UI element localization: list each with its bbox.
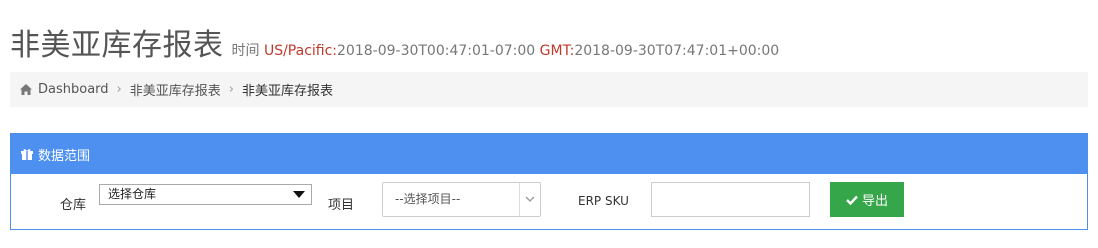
sku-label: ERP SKU xyxy=(578,194,629,208)
breadcrumb-item-dashboard[interactable]: Dashboard xyxy=(38,82,109,97)
panel-body: 仓库 选择仓库 项目 --选择项目-- ERP SKU 导出 xyxy=(11,174,1087,229)
warehouse-label: 仓库 xyxy=(60,198,87,213)
check-icon xyxy=(846,195,858,205)
breadcrumb: Dashboard › 非美亚库存报表 › 非美亚库存报表 xyxy=(10,72,1088,107)
page-subtitle: 时间 US/Pacific:2018-09-30T00:47:01-07:00 … xyxy=(232,40,780,60)
home-icon xyxy=(20,84,32,95)
caret-down-icon xyxy=(293,191,305,198)
gmt-time: 2018-09-30T07:47:01+00:00 xyxy=(574,43,780,59)
gift-icon xyxy=(21,149,33,160)
warehouse-select-value: 选择仓库 xyxy=(108,187,157,201)
project-label: 项目 xyxy=(328,198,355,213)
export-button[interactable]: 导出 xyxy=(830,182,904,217)
gmt-label: GMT: xyxy=(539,43,575,59)
panel-heading: 数据范围 xyxy=(11,134,1087,174)
warehouse-select[interactable]: 选择仓库 xyxy=(99,184,312,205)
timezone-time: 2018-09-30T00:47:01-07:00 xyxy=(337,43,536,59)
chevron-down-icon xyxy=(525,196,535,202)
project-select[interactable]: --选择项目-- xyxy=(382,182,541,217)
time-label: 时间 xyxy=(231,43,260,59)
breadcrumb-item-current: 非美亚库存报表 xyxy=(241,84,333,99)
breadcrumb-separator-icon: › xyxy=(116,82,122,97)
panel-title: 数据范围 xyxy=(38,148,91,164)
page-header: 非美亚库存报表 时间 US/Pacific:2018-09-30T00:47:0… xyxy=(10,20,779,64)
select-divider xyxy=(519,183,520,216)
filter-panel: 数据范围 仓库 选择仓库 项目 --选择项目-- ERP SKU 导出 xyxy=(10,133,1088,230)
breadcrumb-item-report[interactable]: 非美亚库存报表 xyxy=(130,80,221,99)
sku-input[interactable] xyxy=(651,182,810,217)
timezone-label: US/Pacific: xyxy=(263,43,338,59)
breadcrumb-separator-icon: › xyxy=(228,82,234,97)
export-button-label: 导出 xyxy=(861,194,888,209)
project-select-value: --选择项目-- xyxy=(395,192,461,206)
page-title: 非美亚库存报表 xyxy=(10,28,224,63)
